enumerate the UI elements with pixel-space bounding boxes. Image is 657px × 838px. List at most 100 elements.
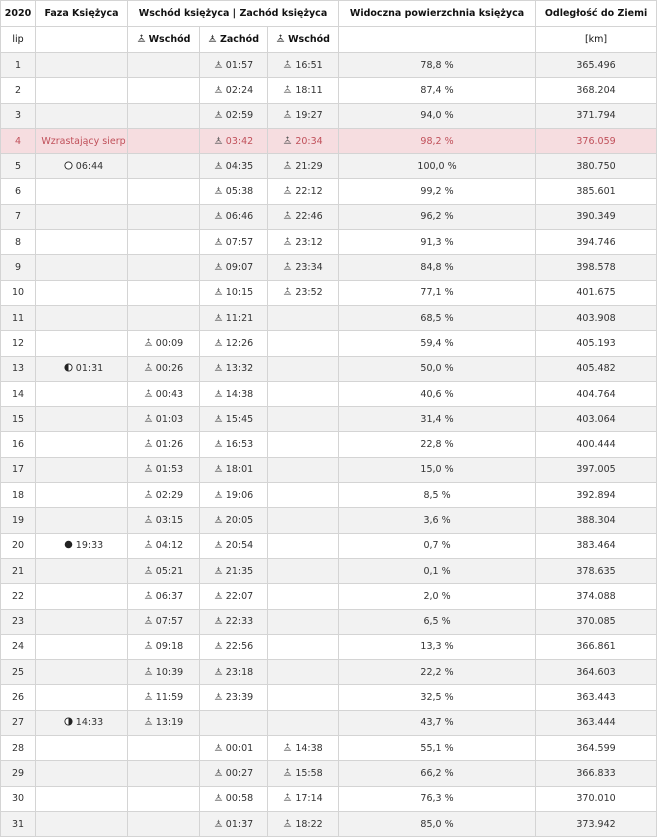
table-row: 20 19:33 04:12 20:54 0,7 % 383.464 [0, 532, 657, 559]
table-row: 6 05:38 22:12 99,2 % 385.601 [0, 178, 657, 205]
visible-surface-cell: 78,8 % [338, 51, 537, 79]
day-cell: 15 [0, 406, 36, 433]
moonset-cell: 04:35 [199, 153, 268, 180]
table-row: 3 02:59 19:27 94,0 % 371.794 [0, 102, 657, 129]
table-row: 31 01:37 18:22 85,0 % 373.942 [0, 810, 657, 838]
moonset-icon [214, 793, 223, 802]
moonrise-icon [144, 616, 153, 625]
full-moon-icon [64, 161, 73, 170]
distance-cell: 366.833 [535, 760, 657, 787]
table-row: 10 10:15 23:52 77,1 % 401.675 [0, 279, 657, 306]
phase-cell [35, 659, 128, 686]
moonrise-icon [283, 768, 292, 777]
moonrise-icon [283, 135, 292, 145]
distance-cell: 371.794 [535, 102, 657, 129]
moonrise-icon [144, 388, 153, 398]
phase-cell [35, 380, 128, 408]
distance-cell: 398.578 [535, 254, 657, 281]
moonrise2-cell: 22:46 [266, 203, 340, 231]
phase-cell [35, 608, 128, 635]
moonrise-cell: 05:21 [127, 557, 200, 585]
moonset-icon [214, 819, 223, 828]
visible-surface-cell: 98,2 % [338, 127, 537, 155]
day-cell: 23 [0, 608, 36, 635]
moonrise-icon [283, 262, 292, 271]
moonrise-icon [144, 464, 153, 473]
moonset-cell: 23:39 [199, 684, 268, 711]
table-body: 1 01:57 16:51 78,8 % 365.496 2 02:24 18:11 87,4 … [0, 51, 657, 838]
phase-cell [35, 102, 128, 129]
moonrise-icon [144, 540, 153, 549]
moonrise-icon [283, 211, 292, 220]
visible-surface-cell: 22,2 % [338, 659, 537, 686]
rise2-subheader-label: Wschód [288, 34, 330, 45]
phase-cell [35, 406, 128, 433]
distance-cell: 403.908 [535, 304, 657, 332]
moonrise2-cell [266, 659, 340, 686]
moonrise-cell: 01:53 [127, 456, 200, 484]
phase-cell [35, 330, 128, 357]
header-row: 2020 Faza Księżyca Wschód księżyca | Zac… [0, 0, 657, 27]
visible-surface-cell: 40,6 % [338, 380, 537, 408]
visible-surface-cell: 99,2 % [338, 178, 537, 205]
distance-cell: 394.746 [535, 229, 657, 256]
moonrise-icon [144, 490, 153, 499]
moonset-cell: 19:06 [199, 482, 268, 509]
year-header: 2020 [0, 0, 36, 27]
phase-cell [35, 633, 128, 661]
moonrise-icon [283, 110, 292, 119]
visible-surface-cell: 94,0 % [338, 102, 537, 129]
table-row: 28 00:01 14:38 55,1 % 364.599 [0, 735, 657, 762]
day-cell: 12 [0, 330, 36, 357]
moonrise-icon [144, 641, 153, 650]
table-row: 27 14:33 13:19 43,7 % 363.444 [0, 709, 657, 737]
moonrise2-cell [266, 532, 340, 559]
moonrise-icon [144, 439, 153, 448]
moonrise-cell [127, 77, 200, 104]
moonrise-icon [283, 818, 292, 828]
visible-surface-cell: 59,4 % [338, 330, 537, 357]
phase-cell [35, 203, 128, 231]
day-cell: 10 [0, 279, 36, 306]
phase-cell [35, 456, 128, 484]
day-cell: 19 [0, 507, 36, 534]
moonset-icon [214, 287, 223, 296]
moonrise-cell [127, 51, 200, 79]
phase-cell: 14:33 [35, 709, 128, 737]
moonrise-cell: 02:29 [127, 482, 200, 509]
distance-cell: 405.482 [535, 355, 657, 382]
moonset-cell [199, 709, 268, 737]
month-header: lip [0, 26, 36, 53]
distance-cell: 403.064 [535, 406, 657, 433]
moonset-cell: 01:57 [199, 51, 268, 79]
moonrise-icon [283, 743, 292, 752]
distance-cell: 364.603 [535, 659, 657, 686]
moonrise2-cell: 23:12 [266, 229, 340, 256]
moonset-cell: 12:26 [199, 330, 268, 357]
moonset-cell: 06:46 [199, 203, 268, 231]
set-subheader: Zachód [199, 26, 268, 53]
day-cell: 16 [0, 431, 36, 458]
phase-cell [35, 482, 128, 509]
distance-cell: 380.750 [535, 153, 657, 180]
moonrise-cell [127, 279, 200, 306]
distance-cell: 365.496 [535, 51, 657, 79]
moonrise2-cell: 14:38 [266, 735, 340, 762]
table-row: 14 00:43 14:38 40,6 % 404.764 [0, 380, 657, 408]
moonset-icon [214, 313, 223, 322]
moonset-cell: 20:05 [199, 507, 268, 534]
table-row: 16 01:26 16:53 22,8 % 400.444 [0, 431, 657, 458]
phase-cell: 01:31 [35, 355, 128, 382]
moonrise-cell: 06:37 [127, 583, 200, 610]
day-cell: 24 [0, 633, 36, 661]
moonrise-icon [144, 338, 153, 347]
visible-surface-cell: 68,5 % [338, 304, 537, 332]
moonrise-cell [127, 127, 200, 155]
moonset-icon [214, 262, 223, 271]
moonset-icon [214, 490, 223, 499]
moonset-icon [214, 211, 223, 220]
visible-surface-cell: 13,3 % [338, 633, 537, 661]
phase-cell: 19:33 [35, 532, 128, 559]
visible-surface-cell: 76,3 % [338, 785, 537, 812]
visible-surface-cell: 2,0 % [338, 583, 537, 610]
